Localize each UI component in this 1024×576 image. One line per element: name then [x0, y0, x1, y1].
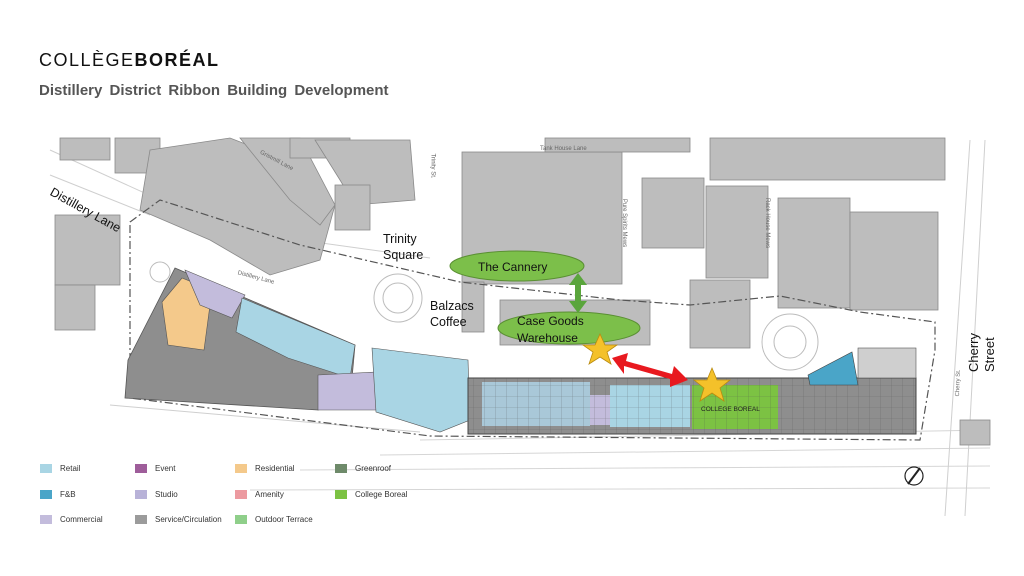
legend-swatch-greenroof [335, 463, 347, 473]
legend-item-service-circulation: Service/Circulation [135, 512, 222, 526]
ribbon-grid-overlay [468, 378, 916, 434]
case-goods-warehouse-label: Case Goods Warehouse [517, 313, 617, 347]
legend-label-fb: F&B [60, 489, 76, 499]
legend-label-greenroof: Greenroof [355, 463, 392, 473]
trinity-square-label: Trinity Square [383, 231, 443, 263]
legend-label-event: Event [155, 463, 176, 473]
legend-swatch-retail [40, 463, 52, 473]
cherry-street-label: Cherry Street [966, 332, 997, 372]
east-light-block [857, 347, 917, 379]
legend-label-amenity: Amenity [255, 489, 284, 499]
legend-swatch-amenity [235, 489, 247, 499]
trinity-square-text: Trinity Square [383, 232, 424, 262]
legend-label-service-circulation: Service/Circulation [155, 514, 222, 524]
commercial-block [317, 371, 381, 411]
legend-item-residential: Residential [235, 461, 295, 475]
legend-swatch-residential [235, 463, 247, 473]
legend-swatch-outdoor-terrace [235, 514, 247, 524]
legend-swatch-commercial [40, 514, 52, 524]
rack-house-mews-label: Rack House Mews [764, 197, 771, 249]
legend-label-outdoor-terrace: Outdoor Terrace [255, 514, 313, 524]
legend-swatch-fb [40, 489, 52, 499]
map-legend: Retail Event Residential Greenroof F&B S… [40, 461, 460, 531]
legend-label-retail: Retail [60, 463, 81, 473]
legend-item-outdoor-terrace: Outdoor Terrace [235, 512, 313, 526]
legend-swatch-event [135, 463, 147, 473]
balzacs-coffee-text: Balzacs Coffee [430, 299, 474, 329]
legend-swatch-college-boreal [335, 489, 347, 499]
the-cannery-label: The Cannery [478, 260, 548, 274]
legend-label-residential: Residential [255, 463, 295, 473]
legend-label-commercial: Commercial [60, 514, 103, 524]
legend-swatch-studio [135, 489, 147, 499]
legend-item-fb: F&B [40, 487, 76, 501]
college-boreal-plan-label: COLLEGE BOREAL [701, 406, 760, 413]
trinity-st-label: Trinity St. [429, 153, 436, 179]
legend-label-college-boreal: College Boreal [355, 489, 408, 499]
legend-label-studio: Studio [155, 489, 178, 499]
tank-house-lane-label: Tank House Lane [540, 146, 587, 152]
legend-item-commercial: Commercial [40, 512, 103, 526]
legend-item-greenroof: Greenroof [335, 461, 391, 475]
legend-swatch-service-circulation [135, 514, 147, 524]
legend-item-amenity: Amenity [235, 487, 284, 501]
legend-item-event: Event [135, 461, 175, 475]
case-goods-warehouse-text: Case Goods Warehouse [517, 314, 584, 345]
legend-item-college-boreal: College Boreal [335, 487, 407, 501]
cherry-st-small-label: Cherry St. [955, 369, 962, 397]
balzacs-coffee-label: Balzacs Coffee [430, 298, 480, 330]
legend-item-retail: Retail [40, 461, 80, 475]
pure-spirits-mews-label: Pure Spirits Mews [621, 198, 628, 248]
north-arrow-icon [904, 466, 924, 486]
legend-item-studio: Studio [135, 487, 178, 501]
